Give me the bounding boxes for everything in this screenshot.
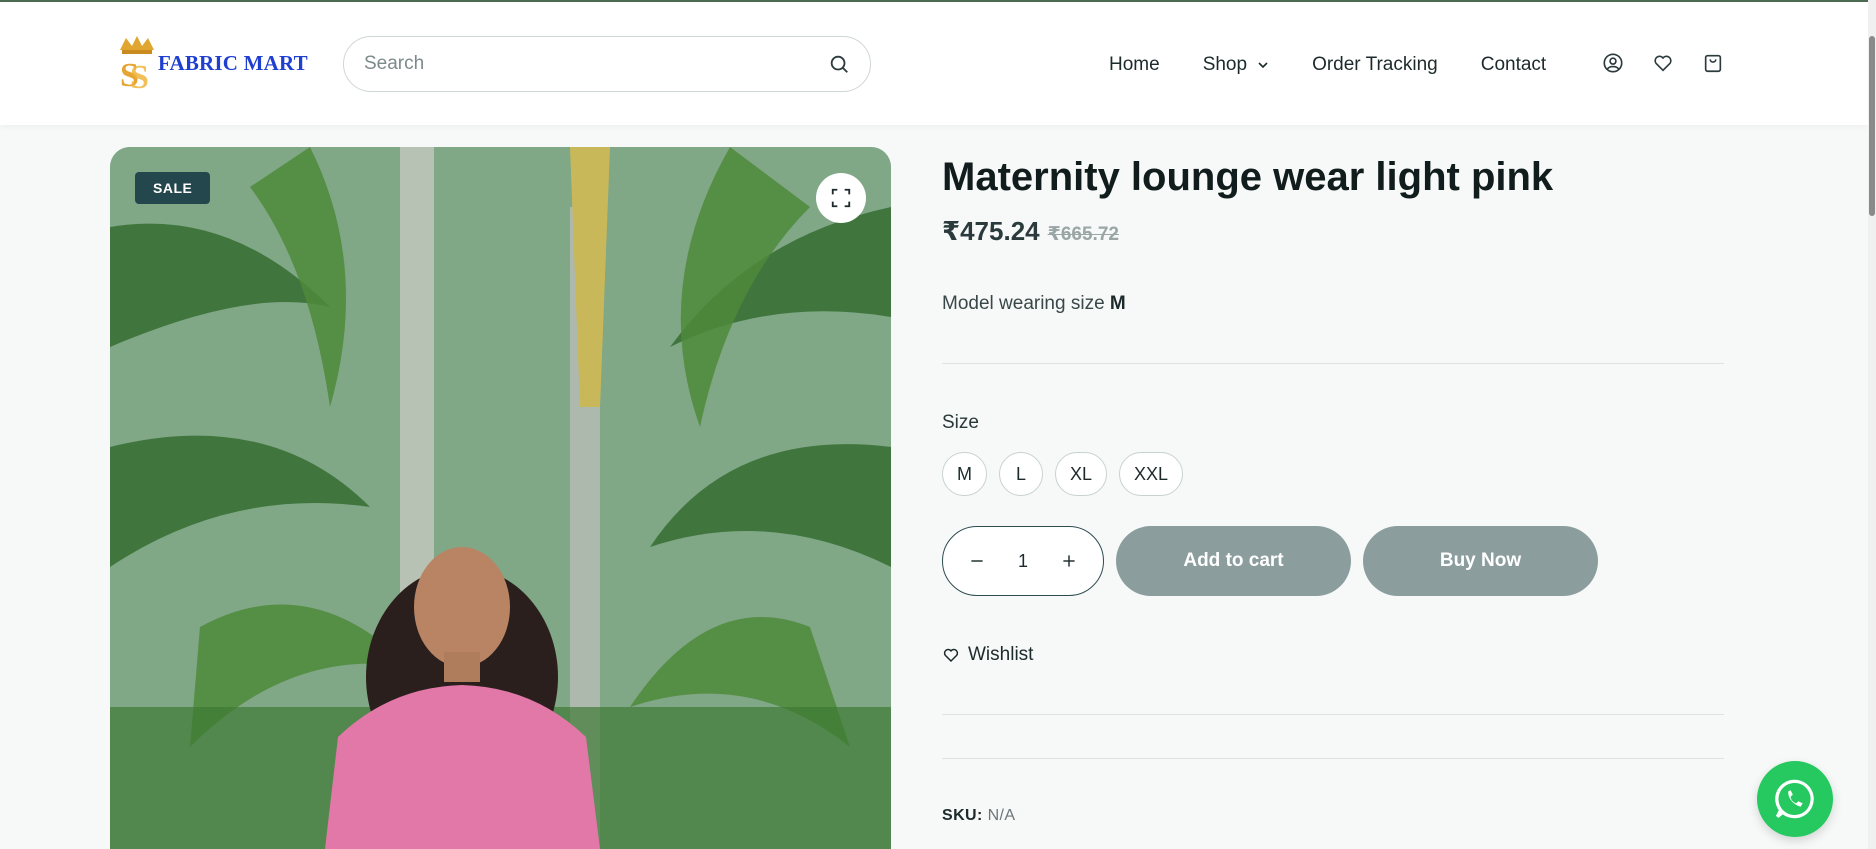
- buy-now-button[interactable]: Buy Now: [1363, 526, 1598, 596]
- scrollbar-thumb[interactable]: [1869, 36, 1875, 216]
- nav-contact[interactable]: Contact: [1481, 54, 1546, 76]
- whatsapp-chat-button[interactable]: [1757, 761, 1833, 837]
- search-icon[interactable]: [828, 53, 850, 75]
- search-box[interactable]: [343, 36, 871, 92]
- size-label: Size: [942, 412, 979, 433]
- bag-icon[interactable]: [1702, 52, 1724, 74]
- size-option-xxl[interactable]: XXL: [1119, 452, 1184, 496]
- sale-badge: SALE: [135, 172, 211, 204]
- price-row: ₹475.24 ₹665.72: [942, 216, 1724, 247]
- main-nav: Home Shop Order Tracking Contact: [1109, 50, 1589, 80]
- add-to-cart-button[interactable]: Add to cart: [1116, 526, 1351, 596]
- wishlist-link[interactable]: Wishlist: [942, 644, 1724, 666]
- divider: [942, 758, 1724, 759]
- product-photo: [110, 147, 891, 849]
- sale-price: ₹475.24: [942, 216, 1040, 246]
- wishlist-label: Wishlist: [968, 644, 1034, 665]
- product-title: Maternity lounge wear light pink: [942, 155, 1554, 199]
- quantity-value[interactable]: 1: [1018, 551, 1028, 572]
- whatsapp-icon: [1775, 779, 1814, 819]
- user-icon[interactable]: [1602, 52, 1624, 74]
- heart-outline-icon: [943, 648, 959, 663]
- sku-value: N/A: [987, 807, 1016, 824]
- heart-icon[interactable]: [1652, 52, 1674, 74]
- zoom-button[interactable]: [816, 173, 866, 223]
- logo-text: FABRIC MART: [158, 50, 308, 75]
- site-header: S S FABRIC MART Home Shop Order Tracking…: [0, 2, 1868, 125]
- site-logo[interactable]: S S FABRIC MART: [116, 34, 308, 92]
- regular-price: ₹665.72: [1047, 224, 1119, 245]
- quantity-stepper[interactable]: 1: [942, 526, 1104, 596]
- divider: [942, 363, 1724, 364]
- nav-order-tracking[interactable]: Order Tracking: [1312, 54, 1438, 76]
- add-to-cart-row: 1 Add to cart Buy Now: [942, 526, 1724, 596]
- plus-icon[interactable]: [1059, 551, 1079, 571]
- nav-shop[interactable]: Shop: [1203, 54, 1269, 76]
- model-size: M: [1109, 293, 1126, 314]
- sku-meta: SKU: N/A: [942, 807, 1724, 825]
- minus-icon[interactable]: [967, 551, 987, 571]
- short-description: Model wearing size M: [942, 293, 1724, 315]
- expand-icon: [831, 188, 851, 208]
- size-option-xl[interactable]: XL: [1055, 452, 1108, 496]
- nav-home[interactable]: Home: [1109, 54, 1160, 76]
- svg-text:S: S: [130, 59, 149, 92]
- search-input[interactable]: [364, 53, 828, 75]
- crown-logo-icon: S S: [120, 36, 154, 92]
- divider: [942, 714, 1724, 715]
- size-option-l[interactable]: L: [999, 452, 1043, 496]
- size-option-m[interactable]: M: [942, 452, 987, 496]
- product-summary: Maternity lounge wear light pink ₹475.24…: [942, 150, 1724, 825]
- short-description-text: Model wearing size: [942, 293, 1110, 314]
- product-gallery[interactable]: SALE: [110, 147, 891, 849]
- sku-label: SKU:: [942, 807, 983, 824]
- chevron-down-icon: [1258, 62, 1268, 69]
- nav-shop-label: Shop: [1202, 54, 1248, 75]
- page-scrollbar[interactable]: [1868, 0, 1876, 849]
- size-options: M L XL XXL: [942, 452, 1724, 496]
- header-actions: [1602, 52, 1752, 74]
